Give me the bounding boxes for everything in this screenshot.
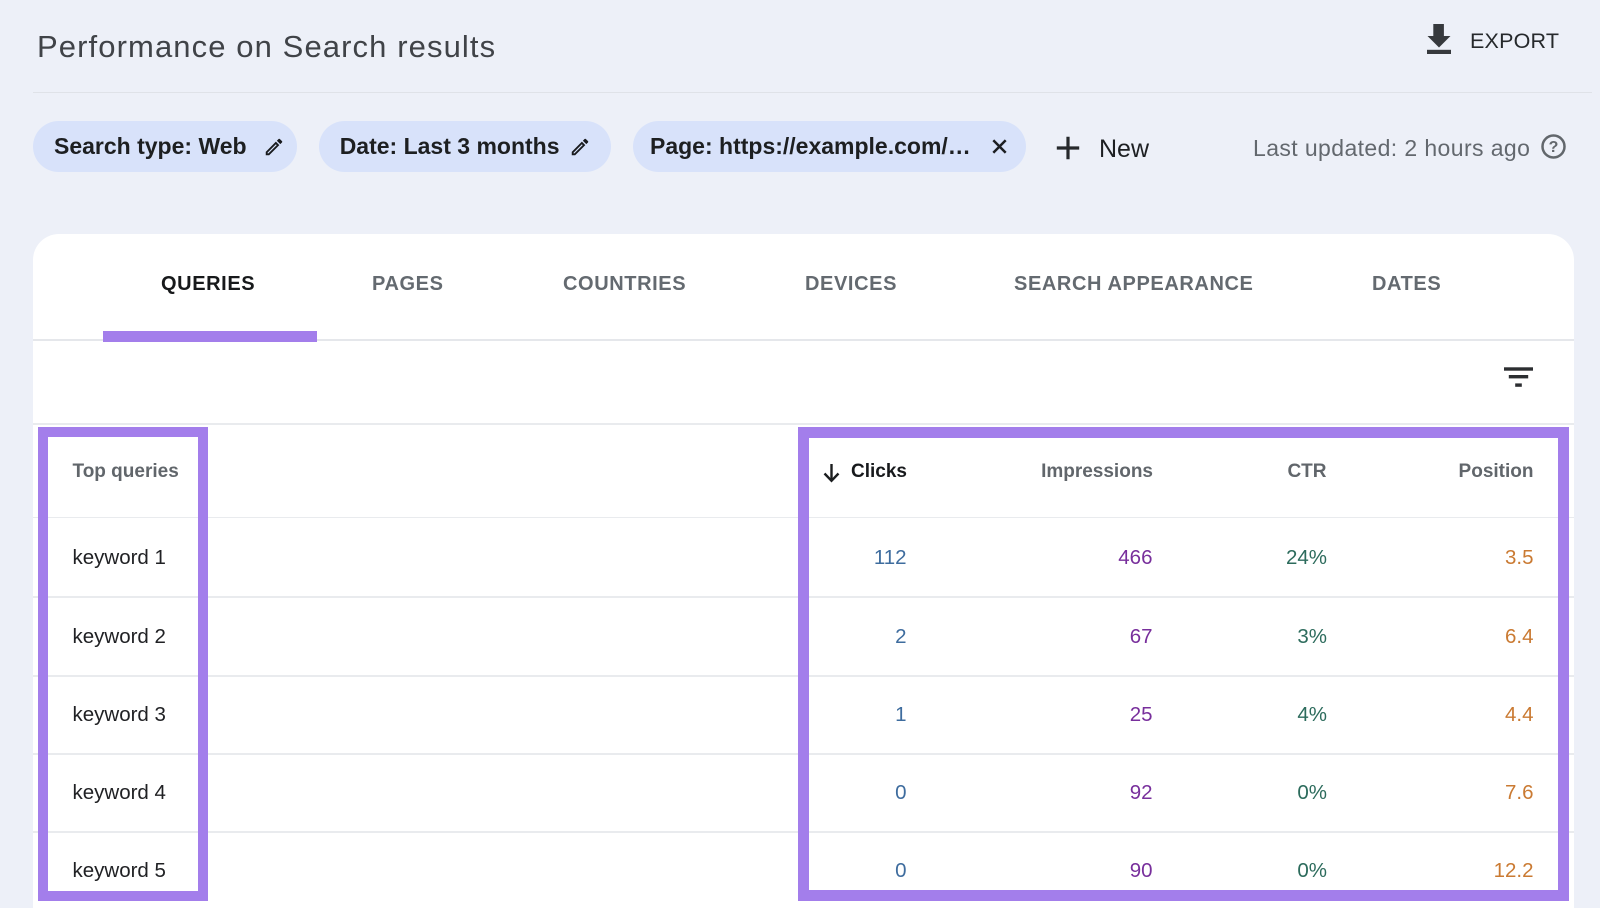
svg-text:?: ?: [1548, 139, 1558, 156]
